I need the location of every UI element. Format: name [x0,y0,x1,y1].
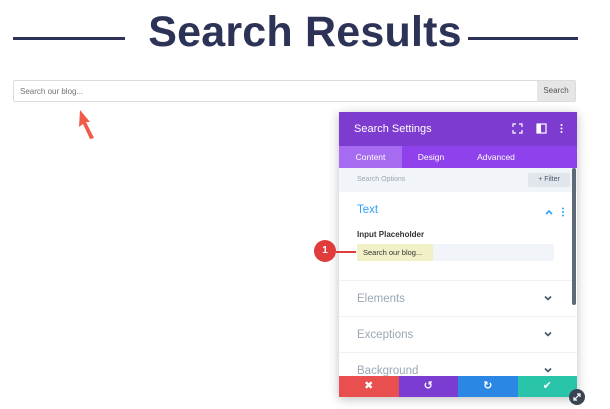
tab-content[interactable]: Content [339,146,402,168]
search-button[interactable]: Search [537,81,575,101]
page-title: Search Results [148,8,462,56]
search-input[interactable] [14,81,537,101]
section-exceptions-label: Exceptions [357,329,414,341]
section-text-title[interactable]: Text [357,204,378,216]
check-icon[interactable]: ✔ [517,376,577,397]
search-options-label: Search Options [357,176,406,183]
input-placeholder-value[interactable]: Search our blog... [363,248,422,257]
input-placeholder-label: Input Placeholder [357,230,425,239]
section-elements-label: Elements [357,293,405,305]
heading-rule-right [468,37,578,40]
tab-advanced[interactable]: Advanced [460,146,532,168]
panel-scrollbar[interactable] [572,168,576,305]
chevron-down-icon [544,331,552,337]
section-exceptions[interactable]: Exceptions [339,316,577,353]
annotation-arrow-icon [79,110,94,139]
section-background[interactable]: Background [339,352,577,376]
step-marker: 1 [314,240,336,262]
settings-panel: Search Settings Content Design Advanced … [339,112,577,397]
section-elements[interactable]: Elements [339,280,577,317]
expand-icon[interactable] [511,123,523,135]
search-options-bar: Search Options + Filter [339,168,577,192]
step-marker-line [336,251,356,253]
panel-tabs: Content Design Advanced [339,146,577,168]
panel-title: Search Settings [354,123,432,135]
panel-header: Search Settings [339,112,577,146]
redo-icon[interactable]: ↻ [458,376,518,397]
chevron-up-icon[interactable] [544,207,554,217]
search-bar: Search [13,80,576,102]
filter-button[interactable]: + Filter [528,173,570,187]
resize-handle-icon[interactable] [569,389,585,405]
more-vertical-icon[interactable] [555,123,567,135]
panel-body: Search Options + Filter Text Input Place… [339,168,577,376]
tab-design[interactable]: Design [402,146,460,168]
undo-icon[interactable]: ↺ [398,376,458,397]
close-icon[interactable]: ✖ [339,376,399,397]
section-background-label: Background [357,365,419,376]
panel-footer: ✖ ↺ ↻ ✔ [339,376,577,397]
chevron-down-icon [544,295,552,301]
sidebar-icon[interactable] [535,123,547,135]
chevron-down-icon [544,367,552,373]
section-more-icon[interactable] [560,207,566,217]
